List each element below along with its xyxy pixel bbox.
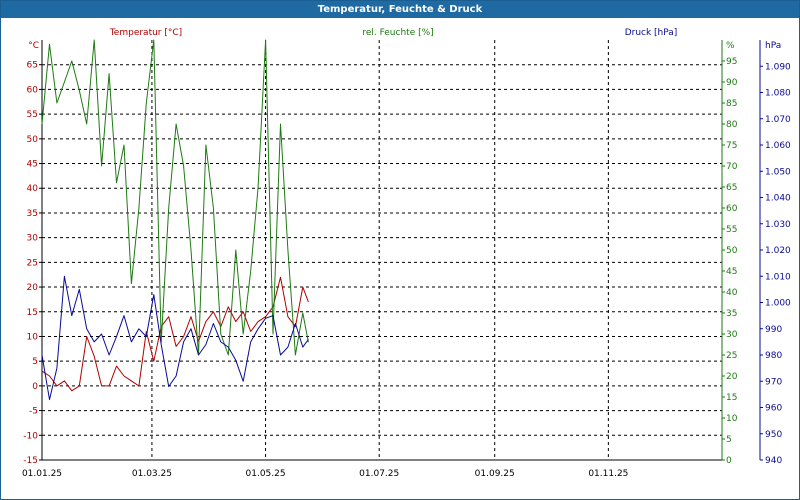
humidity-tick-label: 95 — [726, 57, 737, 67]
temperature-tick-label: 0 — [32, 382, 38, 392]
pressure-tick-label: 990 — [765, 325, 782, 335]
pressure-tick-label: 1.090 — [765, 62, 791, 72]
axis-header-temperature: Temperatur [°C] — [109, 28, 182, 38]
humidity-tick-label: 25 — [726, 351, 737, 361]
temperature-tick-label: 35 — [27, 209, 38, 219]
humidity-tick-label: 45 — [726, 267, 737, 277]
humidity-tick-label: 5 — [726, 435, 732, 445]
temperature-tick-label: 25 — [27, 258, 38, 268]
humidity-tick-label: 70 — [726, 162, 738, 172]
pressure-tick-label: 1.030 — [765, 220, 791, 230]
temperature-tick-label: 5 — [32, 357, 38, 367]
pressure-tick-label: 950 — [765, 430, 782, 440]
temperature-tick-label: 50 — [27, 135, 39, 145]
humidity-tick-label: 55 — [726, 225, 737, 235]
humidity-tick-label: 90 — [726, 78, 738, 88]
pressure-tick-label: 980 — [765, 351, 782, 361]
humidity-tick-label: 80 — [726, 120, 738, 130]
temperature-tick-label: 60 — [27, 85, 39, 95]
humidity-tick-label: 75 — [726, 141, 737, 151]
humidity-tick-label: 10 — [726, 414, 738, 424]
x-tick-label: 01.05.25 — [246, 469, 286, 479]
x-tick-label: 01.01.25 — [22, 469, 62, 479]
temperature-tick-label: 65 — [27, 61, 38, 71]
pressure-unit-label: hPa — [765, 41, 781, 51]
temperature-tick-label: -5 — [29, 407, 38, 417]
pressure-tick-label: 1.060 — [765, 141, 791, 151]
pressure-tick-label: 1.010 — [765, 272, 791, 282]
temperature-tick-label: 20 — [27, 283, 39, 293]
humidity-tick-label: 0 — [726, 456, 732, 466]
humidity-tick-label: 40 — [726, 288, 738, 298]
humidity-tick-label: 50 — [726, 246, 738, 256]
temperature-tick-label: 15 — [27, 308, 38, 318]
temperature-tick-label: -10 — [23, 431, 38, 441]
temperature-unit-label: °C — [28, 41, 39, 51]
pressure-tick-label: 970 — [765, 377, 782, 387]
x-tick-label: 01.07.25 — [359, 469, 399, 479]
temperature-tick-label: -15 — [23, 456, 38, 466]
humidity-tick-label: 85 — [726, 99, 737, 109]
humidity-tick-label: 30 — [726, 330, 738, 340]
pressure-tick-label: 1.020 — [765, 246, 791, 256]
humidity-tick-label: 60 — [726, 204, 738, 214]
x-tick-label: 01.03.25 — [132, 469, 172, 479]
pressure-tick-label: 960 — [765, 404, 782, 414]
humidity-tick-label: 35 — [726, 309, 737, 319]
humidity-tick-label: 15 — [726, 393, 737, 403]
x-tick-label: 01.09.25 — [475, 469, 515, 479]
chart-window: Temperatur, Feuchte & Druck 01.01.25 01.0… — [0, 0, 800, 500]
axis-header-humidity: rel. Feuchte [%] — [362, 28, 433, 38]
pressure-tick-label: 1.070 — [765, 115, 791, 125]
chart-canvas: 01.01.25 01.03.25 01.05.25 01.07.25 01.09.25… — [22, 28, 791, 479]
pressure-tick-label: 1.000 — [765, 299, 791, 309]
pressure-tick-label: 1.040 — [765, 194, 791, 204]
pressure-tick-label: 940 — [765, 456, 782, 466]
temperature-tick-label: 45 — [27, 160, 38, 170]
plot-area — [42, 40, 722, 460]
temperature-tick-label: 10 — [27, 332, 39, 342]
temperature-tick-label: 55 — [27, 110, 38, 120]
x-tick-label: 01.11.25 — [588, 469, 628, 479]
temperature-tick-label: 30 — [27, 234, 39, 244]
pressure-tick-label: 1.050 — [765, 167, 791, 177]
axis-header-pressure: Druck [hPa] — [625, 28, 678, 38]
humidity-tick-label: 65 — [726, 183, 737, 193]
temperature-tick-label: 40 — [27, 184, 39, 194]
humidity-tick-label: 20 — [726, 372, 738, 382]
humidity-unit-label: % — [726, 41, 735, 51]
pressure-tick-label: 1.080 — [765, 89, 791, 99]
